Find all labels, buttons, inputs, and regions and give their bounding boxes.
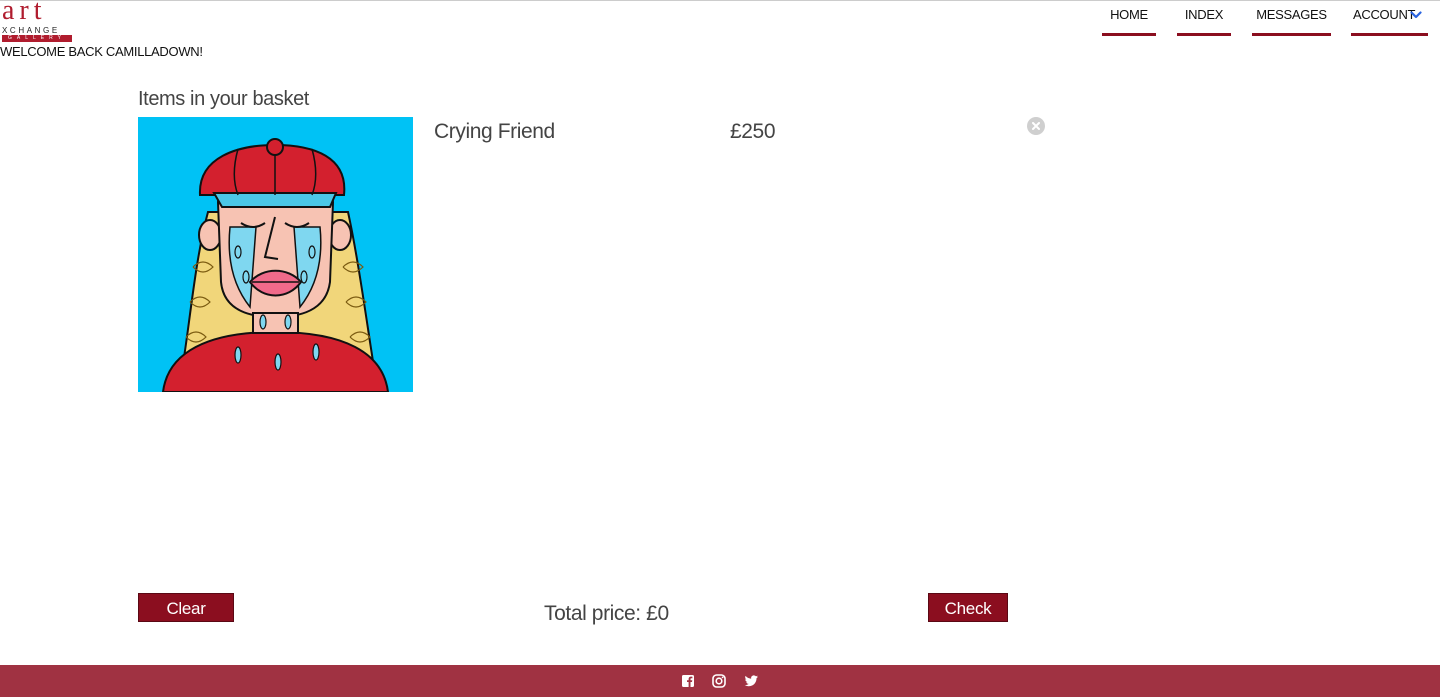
clear-basket-button[interactable]: Clear basket [138, 593, 234, 645]
nav-account-label: ACCOUNT [1353, 7, 1416, 22]
nav-account[interactable]: ACCOUNT [1351, 4, 1428, 36]
chevron-down-icon [1410, 11, 1422, 19]
logo-xchange-text: XCHANGE [2, 26, 60, 35]
page: art XCHANGE GALLERY WELCOME BACK CAMILLA… [0, 0, 1440, 697]
logo-art-text: art [2, 0, 47, 26]
welcome-message: WELCOME BACK CAMILLADOWN! [0, 44, 203, 59]
basket-heading: Items in your basket [138, 88, 309, 110]
site-logo[interactable]: art XCHANGE GALLERY [0, 0, 72, 42]
remove-item-button[interactable] [1027, 117, 1045, 135]
nav-index[interactable]: INDEX [1177, 4, 1231, 36]
basket-item-title[interactable]: Crying Friend [434, 120, 555, 144]
instagram-icon[interactable] [711, 673, 727, 689]
total-price: Total price: £0 [544, 602, 669, 625]
nav-messages[interactable]: MESSAGES [1252, 4, 1331, 36]
checkout-button[interactable]: Check out [928, 593, 1008, 645]
basket-item-price: £250 [730, 120, 776, 143]
artwork-image[interactable] [138, 117, 413, 392]
close-icon [1032, 122, 1040, 130]
footer [0, 665, 1440, 697]
nav-home[interactable]: HOME [1102, 4, 1156, 36]
twitter-icon[interactable] [743, 673, 759, 689]
crying-friend-artwork [138, 117, 413, 392]
facebook-icon[interactable] [680, 673, 696, 689]
logo-gallery-text: GALLERY [2, 35, 72, 42]
top-divider [0, 0, 1440, 1]
